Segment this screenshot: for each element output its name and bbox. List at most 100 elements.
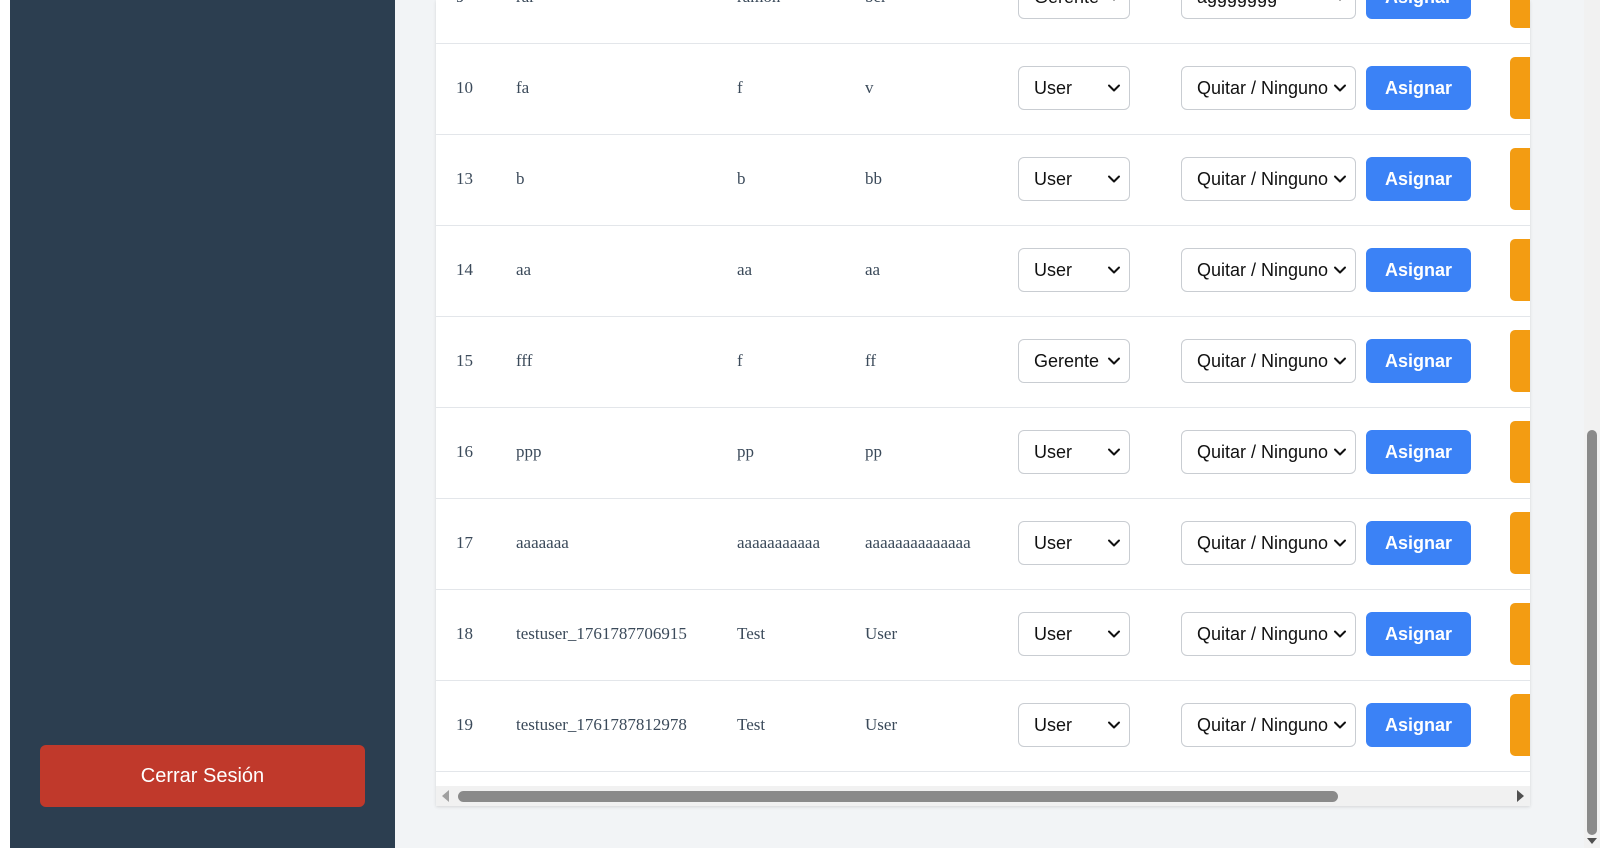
- role-select[interactable]: Gerente: [1018, 0, 1130, 19]
- first-name-cell: f: [737, 78, 743, 97]
- edit-action-button[interactable]: [1510, 512, 1530, 574]
- role-select[interactable]: User: [1018, 521, 1130, 565]
- table-row: 15 fff f ff Gerente Quitar / Ninguno Asignar: [436, 315, 1530, 408]
- role-select[interactable]: User: [1018, 612, 1130, 656]
- assign-button[interactable]: Asignar: [1366, 339, 1471, 383]
- manager-select[interactable]: Quitar / Ninguno: [1181, 521, 1356, 565]
- role-select-value: User: [1034, 442, 1073, 462]
- table-row: 18 testuser_1761787706915 Test User User Quit…: [436, 588, 1530, 681]
- chevron-down-icon: [1108, 175, 1120, 183]
- assign-button[interactable]: Asignar: [1366, 248, 1471, 292]
- table-row: 17 aaaaaaa aaaaaaaaaaa aaaaaaaaaaaaaa User Qu…: [436, 497, 1530, 590]
- first-name-cell: aa: [737, 260, 753, 279]
- chevron-down-icon: [1334, 539, 1346, 547]
- first-name-cell: b: [737, 169, 746, 188]
- username-cell: aa: [516, 260, 532, 279]
- last-name-cell: ff: [865, 351, 877, 370]
- user-id-cell: 16: [456, 442, 473, 461]
- manager-select-value: Quitar / Ninguno: [1197, 169, 1329, 189]
- manager-select[interactable]: Quitar / Ninguno: [1181, 157, 1356, 201]
- manager-select-value: Quitar / Ninguno: [1197, 715, 1329, 735]
- role-select[interactable]: Gerente: [1018, 339, 1130, 383]
- chevron-down-icon: [1108, 539, 1120, 547]
- manager-select[interactable]: Quitar / Ninguno: [1181, 339, 1356, 383]
- assign-button[interactable]: Asignar: [1366, 66, 1471, 110]
- role-select[interactable]: User: [1018, 157, 1130, 201]
- role-select-value: Gerente: [1034, 0, 1099, 7]
- user-id-cell: 14: [456, 260, 473, 279]
- chevron-down-icon: [1334, 630, 1346, 638]
- role-select[interactable]: User: [1018, 430, 1130, 474]
- assign-button[interactable]: Asignar: [1366, 157, 1471, 201]
- users-table: 9 rar ramon ber Gerente aggggggg Asignar 10 fa f v…: [436, 0, 1530, 786]
- chevron-down-icon: [1339, 0, 1341, 1]
- user-id-cell: 13: [456, 169, 473, 188]
- vertical-scrollbar[interactable]: [1584, 0, 1600, 848]
- edit-action-button[interactable]: [1510, 603, 1530, 665]
- last-name-cell: User: [865, 715, 898, 734]
- chevron-down-icon: [1334, 175, 1346, 183]
- user-id-cell: 15: [456, 351, 473, 370]
- assign-button[interactable]: Asignar: [1366, 612, 1471, 656]
- last-name-cell: pp: [865, 442, 882, 461]
- username-cell: testuser_1761787706915: [516, 624, 687, 643]
- edit-action-button[interactable]: [1510, 330, 1530, 392]
- chevron-down-icon: [1108, 721, 1120, 729]
- last-name-cell: aaaaaaaaaaaaaa: [865, 533, 971, 552]
- username-cell: fa: [516, 78, 530, 97]
- manager-select[interactable]: Quitar / Ninguno: [1181, 430, 1356, 474]
- role-select[interactable]: User: [1018, 703, 1130, 747]
- window-edge: [0, 0, 10, 848]
- edit-action-button[interactable]: [1510, 148, 1530, 210]
- role-select[interactable]: User: [1018, 66, 1130, 110]
- edit-action-button[interactable]: [1510, 239, 1530, 301]
- vertical-scroll-thumb[interactable]: [1587, 430, 1597, 835]
- username-cell: b: [516, 169, 525, 188]
- last-name-cell: v: [865, 78, 874, 97]
- chevron-down-icon: [1108, 357, 1120, 365]
- role-select-value: User: [1034, 169, 1073, 189]
- username-cell: fff: [516, 351, 533, 370]
- role-select-value: User: [1034, 624, 1073, 644]
- first-name-cell: Test: [737, 624, 766, 643]
- assign-button[interactable]: Asignar: [1366, 430, 1471, 474]
- sidebar: Cerrar Sesión: [10, 0, 395, 848]
- scroll-right-arrow-icon[interactable]: [1517, 790, 1524, 802]
- first-name-cell: pp: [737, 442, 754, 461]
- manager-select-value: Quitar / Ninguno: [1197, 260, 1329, 280]
- manager-select[interactable]: aggggggg: [1181, 0, 1356, 19]
- manager-select-value: aggggggg: [1197, 0, 1277, 7]
- last-name-cell: User: [865, 624, 898, 643]
- user-id-cell: 18: [456, 624, 473, 643]
- manager-select[interactable]: Quitar / Ninguno: [1181, 703, 1356, 747]
- manager-select[interactable]: Quitar / Ninguno: [1181, 248, 1356, 292]
- chevron-down-icon: [1334, 266, 1346, 274]
- manager-select[interactable]: Quitar / Ninguno: [1181, 612, 1356, 656]
- manager-select-value: Quitar / Ninguno: [1197, 442, 1329, 462]
- chevron-down-icon: [1108, 448, 1120, 456]
- assign-button[interactable]: Asignar: [1366, 703, 1471, 747]
- chevron-down-icon: [1108, 630, 1120, 638]
- manager-select[interactable]: Quitar / Ninguno: [1181, 66, 1356, 110]
- logout-button[interactable]: Cerrar Sesión: [40, 745, 365, 807]
- scroll-down-arrow-icon[interactable]: [1587, 838, 1597, 844]
- table-row: 14 aa aa aa User Quitar / Ninguno Asignar: [436, 224, 1530, 317]
- manager-select-value: Quitar / Ninguno: [1197, 533, 1329, 553]
- horizontal-scroll-thumb[interactable]: [458, 791, 1338, 802]
- edit-action-button[interactable]: [1510, 0, 1530, 28]
- assign-button[interactable]: Asignar: [1366, 521, 1471, 565]
- username-cell: ppp: [516, 442, 542, 461]
- manager-select-value: Quitar / Ninguno: [1197, 78, 1329, 98]
- last-name-cell: bb: [865, 169, 882, 188]
- chevron-down-icon: [1334, 84, 1346, 92]
- horizontal-scrollbar[interactable]: [436, 786, 1530, 806]
- edit-action-button[interactable]: [1510, 421, 1530, 483]
- assign-button[interactable]: Asignar: [1366, 0, 1471, 19]
- scroll-left-arrow-icon[interactable]: [442, 790, 449, 802]
- user-id-cell: 9: [456, 0, 465, 7]
- edit-action-button[interactable]: [1510, 57, 1530, 119]
- role-select[interactable]: User: [1018, 248, 1130, 292]
- username-cell: rar: [516, 0, 535, 7]
- table-row: 19 testuser_1761787812978 Test User User Quit…: [436, 679, 1530, 772]
- edit-action-button[interactable]: [1510, 694, 1530, 756]
